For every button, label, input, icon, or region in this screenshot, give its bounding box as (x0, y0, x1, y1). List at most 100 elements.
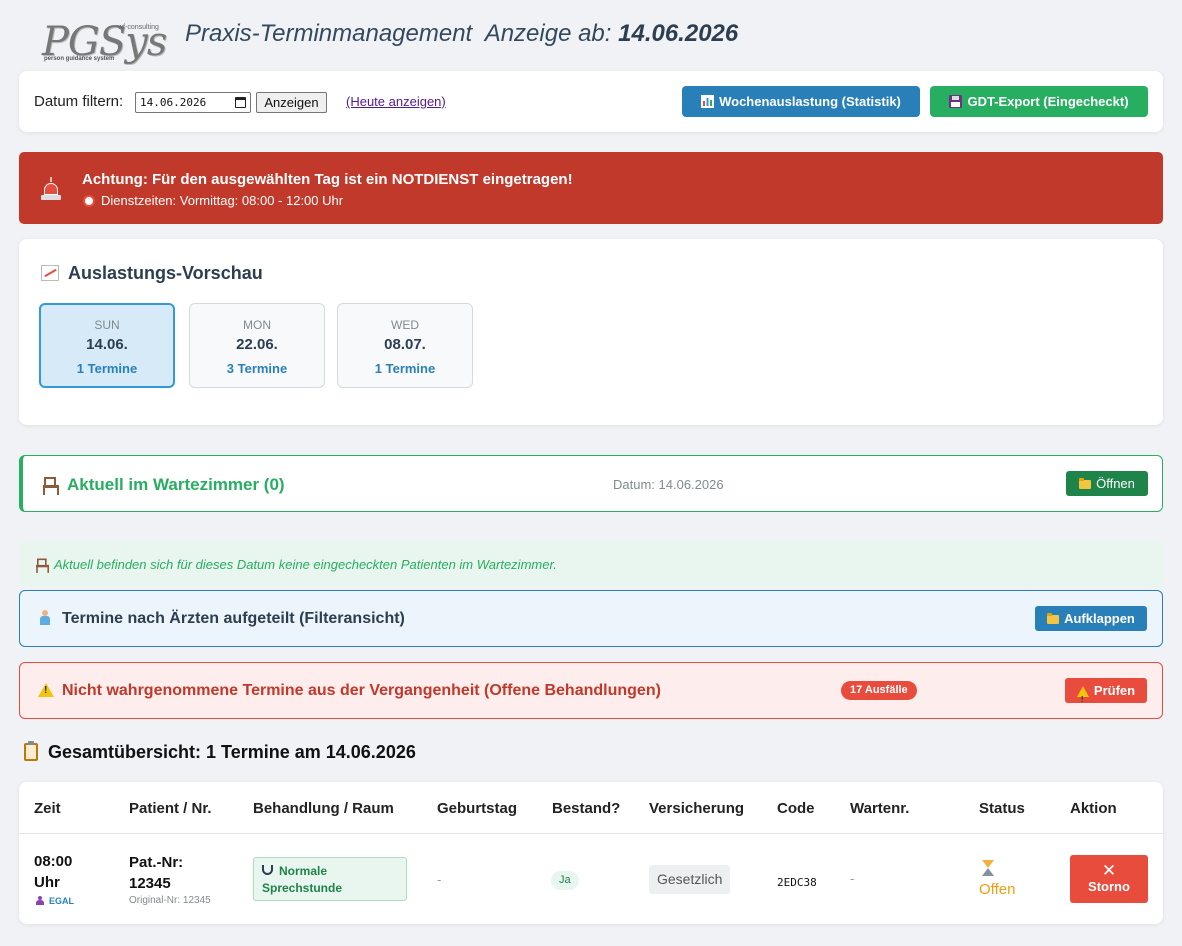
column-header-patient: Patient / Nr. (129, 800, 212, 817)
forecast-day-card[interactable]: WED 08.07. 1 Termine (337, 303, 473, 388)
empty-waiting-text: Aktuell befinden sich für dieses Datum k… (54, 557, 557, 572)
insurance-badge: Gesetzlich (649, 865, 731, 894)
folder-icon (1079, 478, 1092, 489)
page-header: PGSys wf-consulting person guidance syst… (0, 0, 1182, 70)
waiting-room-panel: Aktuell im Wartezimmer (0) Datum: 14.06.… (19, 455, 1163, 512)
filter-label: Datum filtern: (34, 93, 124, 110)
wait-number-value: - (850, 871, 855, 886)
birthday-value: - (437, 872, 442, 887)
overview-title-text: Gesamtübersicht: 1 Termine am 14.06.2026 (48, 742, 416, 762)
warning-icon (38, 683, 54, 697)
warning-icon (1076, 686, 1089, 712)
stethoscope-icon (262, 865, 273, 875)
folder-icon (1047, 613, 1060, 624)
calendar-icon[interactable] (235, 97, 246, 108)
doctor-tag: EGAL (36, 896, 74, 906)
bar-chart-icon (701, 95, 715, 108)
original-number: Original-Nr: 12345 (129, 895, 211, 906)
line-chart-icon (41, 265, 59, 281)
missed-title-text: Nicht wahrgenommene Termine aus der Verg… (62, 682, 661, 699)
status-value: Offen (979, 881, 1016, 898)
missed-title: Nicht wahrgenommene Termine aus der Verg… (38, 682, 661, 700)
waiting-room-title: Aktuell im Wartezimmer (0) (43, 475, 285, 495)
patient-number[interactable]: Pat.-Nr: 12345 (129, 852, 229, 894)
doctors-filter-panel: Termine nach Ärzten aufgeteilt (Filteran… (19, 590, 1163, 647)
day-of-week: MON (243, 318, 271, 332)
alert-subtitle: Dienstzeiten: Vormittag: 08:00 - 12:00 U… (83, 193, 343, 208)
missed-count-badge: 17 Ausfälle (841, 681, 917, 700)
appointment-code: 2EDC38 (777, 876, 817, 889)
person-icon (36, 896, 44, 905)
filter-bar: Datum filtern: 14.06.2026 Anzeigen (Heut… (19, 71, 1163, 132)
siren-icon (41, 177, 61, 201)
logo-sub-text: person guidance system (44, 56, 115, 62)
check-button[interactable]: Prüfen (1065, 678, 1147, 712)
appointments-table: Zeit Patient / Nr. Behandlung / Raum Geb… (19, 782, 1163, 924)
logo-top-text: wf-consulting (118, 24, 159, 31)
alarm-clock-icon (83, 195, 95, 207)
day-date: 08.07. (384, 336, 426, 353)
today-link[interactable]: (Heute anzeigen) (346, 94, 446, 109)
day-date: 14.06. (86, 336, 128, 353)
open-waiting-room-button[interactable]: Öffnen (1066, 471, 1148, 496)
title-prefix: Anzeige ab: (484, 20, 612, 47)
column-header-code: Code (777, 800, 815, 817)
chair-icon (43, 477, 59, 495)
title-text: Praxis-Terminmanagement (185, 20, 473, 47)
day-of-week: WED (391, 318, 419, 332)
expand-button-label: Aufklappen (1064, 611, 1135, 626)
waiting-room-title-text: Aktuell im Wartezimmer (0) (67, 475, 285, 494)
clipboard-icon (24, 741, 38, 761)
gdt-export-button[interactable]: GDT-Export (Eingecheckt) (930, 86, 1148, 117)
empty-waiting-note: Aktuell befinden sich für dieses Datum k… (19, 541, 1163, 587)
gdt-export-label: GDT-Export (Eingecheckt) (967, 94, 1129, 109)
alert-title: Achtung: Für den ausgewählten Tag ist ei… (82, 171, 573, 188)
pgsys-logo: PGSys wf-consulting person guidance syst… (42, 22, 167, 66)
forecast-day-card[interactable]: SUN 14.06. 1 Termine (39, 303, 175, 388)
doctor-name: EGAL (49, 896, 75, 906)
doctors-title-text: Termine nach Ärzten aufgeteilt (Filteran… (62, 610, 405, 627)
cancel-appointment-button[interactable]: ✕ Storno (1070, 855, 1148, 903)
column-header-insurance: Versicherung (649, 800, 745, 817)
column-header-status: Status (979, 800, 1025, 817)
waiting-room-date: Datum: 14.06.2026 (613, 477, 724, 492)
forecast-title: Auslastungs-Vorschau (41, 263, 263, 284)
column-header-time: Zeit (34, 800, 61, 817)
date-filter-value: 14.06.2026 (140, 96, 207, 109)
chair-icon (36, 558, 50, 573)
forecast-day-card[interactable]: MON 22.06. 3 Termine (189, 303, 325, 388)
weekly-stats-label: Wochenauslastung (Statistik) (719, 94, 901, 109)
day-date: 22.06. (236, 336, 278, 353)
weekly-stats-button[interactable]: Wochenauslastung (Statistik) (682, 86, 920, 117)
page-title: Praxis-Terminmanagement Anzeige ab: 14.0… (185, 20, 738, 48)
day-appointment-count: 1 Termine (374, 361, 436, 376)
doctors-title: Termine nach Ärzten aufgeteilt (Filteran… (40, 610, 405, 628)
appointment-time: 08:00 Uhr (34, 853, 73, 891)
day-of-week: SUN (94, 318, 120, 332)
hourglass-icon (982, 860, 994, 876)
treatment-label: Normale Sprechstunde (262, 864, 343, 895)
open-button-label: Öffnen (1096, 476, 1135, 491)
doctor-icon (40, 610, 50, 625)
day-appointment-count: 1 Termine (76, 361, 138, 376)
column-header-treatment: Behandlung / Raum (253, 800, 394, 817)
column-header-action: Aktion (1070, 800, 1117, 817)
show-button[interactable]: Anzeigen (256, 92, 327, 113)
column-header-birthday: Geburtstag (437, 800, 518, 817)
existing-patient-badge: Ja (551, 871, 579, 890)
close-icon: ✕ (1101, 861, 1117, 880)
load-forecast-panel: Auslastungs-Vorschau SUN 14.06. 1 Termin… (19, 239, 1163, 425)
forecast-title-text: Auslastungs-Vorschau (68, 263, 263, 283)
floppy-disk-icon (949, 95, 963, 108)
column-header-wait-number: Wartenr. (850, 800, 910, 817)
title-date: 14.06.2026 (618, 20, 739, 47)
emergency-alert: Achtung: Für den ausgewählten Tag ist ei… (19, 152, 1163, 224)
date-filter-input[interactable]: 14.06.2026 (135, 92, 251, 113)
header-divider (19, 833, 1163, 834)
column-header-existing: Bestand? (552, 800, 621, 817)
check-button-label: Prüfen (1093, 683, 1136, 698)
treatment-badge: Normale Sprechstunde (253, 857, 407, 901)
overview-title: Gesamtübersicht: 1 Termine am 14.06.2026 (24, 741, 416, 763)
expand-button[interactable]: Aufklappen (1035, 606, 1147, 631)
cancel-button-label: Storno (1088, 879, 1130, 894)
